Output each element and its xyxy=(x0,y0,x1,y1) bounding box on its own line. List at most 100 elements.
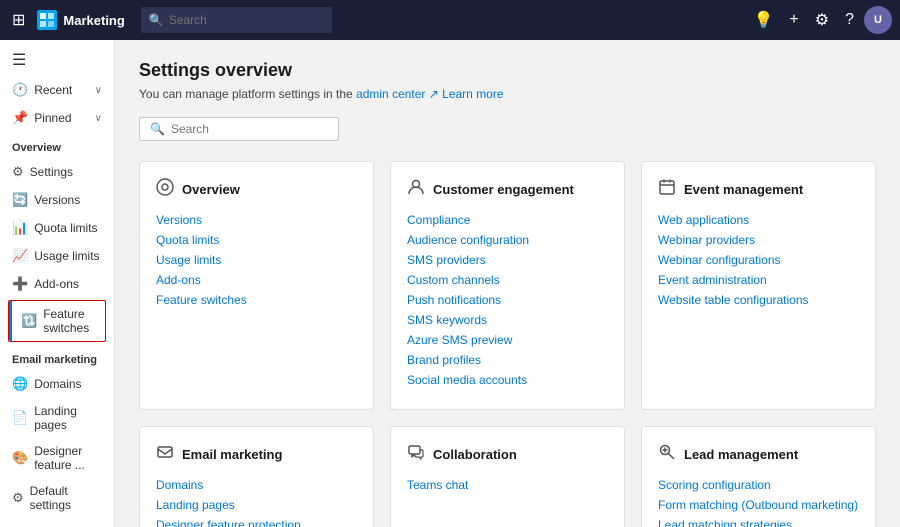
subtitle-text: You can manage platform settings in the xyxy=(139,87,353,101)
collab-card-header: Collaboration xyxy=(407,443,608,466)
lead-management-card: Lead management Scoring configuration Fo… xyxy=(641,426,876,527)
collab-card-icon xyxy=(407,443,425,466)
default-label: Default settings xyxy=(30,484,102,512)
sidebar-item-designer[interactable]: 🎨 Designer feature ... xyxy=(0,438,114,478)
card-link-webinar-configs[interactable]: Webinar configurations xyxy=(658,253,859,267)
nav-search-input[interactable] xyxy=(141,7,332,33)
user-avatar[interactable]: U xyxy=(864,6,892,34)
card-link-domains-email[interactable]: Domains xyxy=(156,478,357,492)
sidebar-item-recent[interactable]: 🕐 Recent ∨ xyxy=(0,76,114,104)
settings-cards-grid: Overview Versions Quota limits Usage lim… xyxy=(139,161,876,527)
sidebar: ☰ 🕐 Recent ∨ 📌 Pinned ∨ Overview ⚙ Setti… xyxy=(0,40,115,527)
pinned-label: Pinned xyxy=(34,111,71,125)
quota-icon: 📊 xyxy=(12,220,28,236)
card-link-web-apps[interactable]: Web applications xyxy=(658,213,859,227)
sidebar-item-addons[interactable]: ➕ Add-ons xyxy=(0,270,114,298)
sidebar-item-settings[interactable]: ⚙ Settings xyxy=(0,158,114,186)
designer-icon: 🎨 xyxy=(12,450,28,466)
card-link-addons[interactable]: Add-ons xyxy=(156,273,357,287)
learn-more-link[interactable]: Learn more xyxy=(442,87,503,101)
recent-icon: 🕐 xyxy=(12,82,28,98)
card-link-azure-sms[interactable]: Azure SMS preview xyxy=(407,333,608,347)
page-title: Settings overview xyxy=(139,60,876,81)
sidebar-item-domains[interactable]: 🌐 Domains xyxy=(0,370,114,398)
card-link-scoring[interactable]: Scoring configuration xyxy=(658,478,859,492)
nav-search-icon: 🔍 xyxy=(149,13,164,27)
card-link-social-media[interactable]: Social media accounts xyxy=(407,373,608,387)
card-link-website-table[interactable]: Website table configurations xyxy=(658,293,859,307)
sidebar-item-default[interactable]: ⚙ Default settings xyxy=(0,478,114,518)
sidebar-item-pinned[interactable]: 📌 Pinned ∨ xyxy=(0,104,114,132)
card-link-webinar-providers[interactable]: Webinar providers xyxy=(658,233,859,247)
main-layout: ☰ 🕐 Recent ∨ 📌 Pinned ∨ Overview ⚙ Setti… xyxy=(0,40,900,527)
card-link-audience-config[interactable]: Audience configuration xyxy=(407,233,608,247)
feature-switches-icon: 🔃 xyxy=(21,313,37,329)
pinned-icon: 📌 xyxy=(12,110,28,126)
email-card-icon xyxy=(156,443,174,466)
sidebar-item-quota[interactable]: 📊 Quota limits xyxy=(0,214,114,242)
overview-section-label: Overview xyxy=(0,132,114,158)
card-link-sms-keywords[interactable]: SMS keywords xyxy=(407,313,608,327)
card-link-brand-profiles[interactable]: Brand profiles xyxy=(407,353,608,367)
sidebar-hamburger[interactable]: ☰ xyxy=(0,40,114,76)
recent-arrow: ∨ xyxy=(95,85,102,96)
card-link-sms-providers[interactable]: SMS providers xyxy=(407,253,608,267)
search-wrapper: 🔍 xyxy=(141,7,332,33)
grid-icon[interactable]: ⊞ xyxy=(8,6,29,34)
card-link-landing-pages[interactable]: Landing pages xyxy=(156,498,357,512)
settings-sidebar-label: Settings xyxy=(30,165,73,179)
ce-card-header: Customer engagement xyxy=(407,178,608,201)
card-link-quota[interactable]: Quota limits xyxy=(156,233,357,247)
versions-icon: 🔄 xyxy=(12,192,28,208)
card-link-lead-matching[interactable]: Lead matching strategies xyxy=(658,518,859,527)
email-marketing-card: Email marketing Domains Landing pages De… xyxy=(139,426,374,527)
email-section-label: Email marketing xyxy=(0,344,114,370)
card-link-versions[interactable]: Versions xyxy=(156,213,357,227)
help-button[interactable]: ? xyxy=(839,7,860,33)
collaboration-card: Collaboration Teams chat xyxy=(390,426,625,527)
lm-card-icon xyxy=(658,443,676,466)
usage-label: Usage limits xyxy=(34,249,99,263)
sidebar-item-versions[interactable]: 🔄 Versions xyxy=(0,186,114,214)
domains-label: Domains xyxy=(34,377,81,391)
feature-switches-label: Feature switches xyxy=(43,307,93,335)
card-link-usage[interactable]: Usage limits xyxy=(156,253,357,267)
landing-icon: 📄 xyxy=(12,410,28,426)
domains-icon: 🌐 xyxy=(12,376,28,392)
app-brand: Marketing xyxy=(37,10,124,30)
card-link-feature-switches[interactable]: Feature switches xyxy=(156,293,357,307)
quota-label: Quota limits xyxy=(34,221,97,235)
admin-center-link[interactable]: admin center ↗ xyxy=(356,87,439,101)
sidebar-item-feature-switches[interactable]: 🔃 Feature switches xyxy=(9,301,105,341)
card-link-push-notifications[interactable]: Push notifications xyxy=(407,293,608,307)
card-link-custom-channels[interactable]: Custom channels xyxy=(407,273,608,287)
settings-search-input[interactable] xyxy=(171,122,328,136)
landing-label: Landing pages xyxy=(34,404,102,432)
card-link-teams-chat[interactable]: Teams chat xyxy=(407,478,608,492)
card-link-event-admin[interactable]: Event administration xyxy=(658,273,859,287)
plus-button[interactable]: + xyxy=(783,7,804,33)
sidebar-item-landing[interactable]: 📄 Landing pages xyxy=(0,398,114,438)
sidebar-item-usage[interactable]: 📈 Usage limits xyxy=(0,242,114,270)
search-bar-icon: 🔍 xyxy=(150,122,165,136)
overview-card: Overview Versions Quota limits Usage lim… xyxy=(139,161,374,410)
top-navigation: ⊞ Marketing 🔍 💡 + ⚙ ? U xyxy=(0,0,900,40)
brand-name: Marketing xyxy=(63,13,124,28)
usage-icon: 📈 xyxy=(12,248,28,264)
card-link-form-matching[interactable]: Form matching (Outbound marketing) xyxy=(658,498,859,512)
em-card-icon xyxy=(658,178,676,201)
lm-card-title: Lead management xyxy=(684,447,798,462)
nav-right-controls: 💡 + ⚙ ? U xyxy=(747,6,892,34)
card-link-designer-protection[interactable]: Designer feature protection xyxy=(156,518,357,527)
ce-card-title: Customer engagement xyxy=(433,182,574,197)
lm-card-header: Lead management xyxy=(658,443,859,466)
em-card-header: Event management xyxy=(658,178,859,201)
versions-label: Versions xyxy=(34,193,80,207)
event-management-card: Event management Web applications Webina… xyxy=(641,161,876,410)
lightbulb-button[interactable]: 💡 xyxy=(747,6,779,34)
settings-search-bar: 🔍 xyxy=(139,117,339,141)
card-link-compliance[interactable]: Compliance xyxy=(407,213,608,227)
email-card-title: Email marketing xyxy=(182,447,282,462)
settings-nav-button[interactable]: ⚙ xyxy=(809,6,835,34)
main-content: Settings overview You can manage platfor… xyxy=(115,40,900,527)
